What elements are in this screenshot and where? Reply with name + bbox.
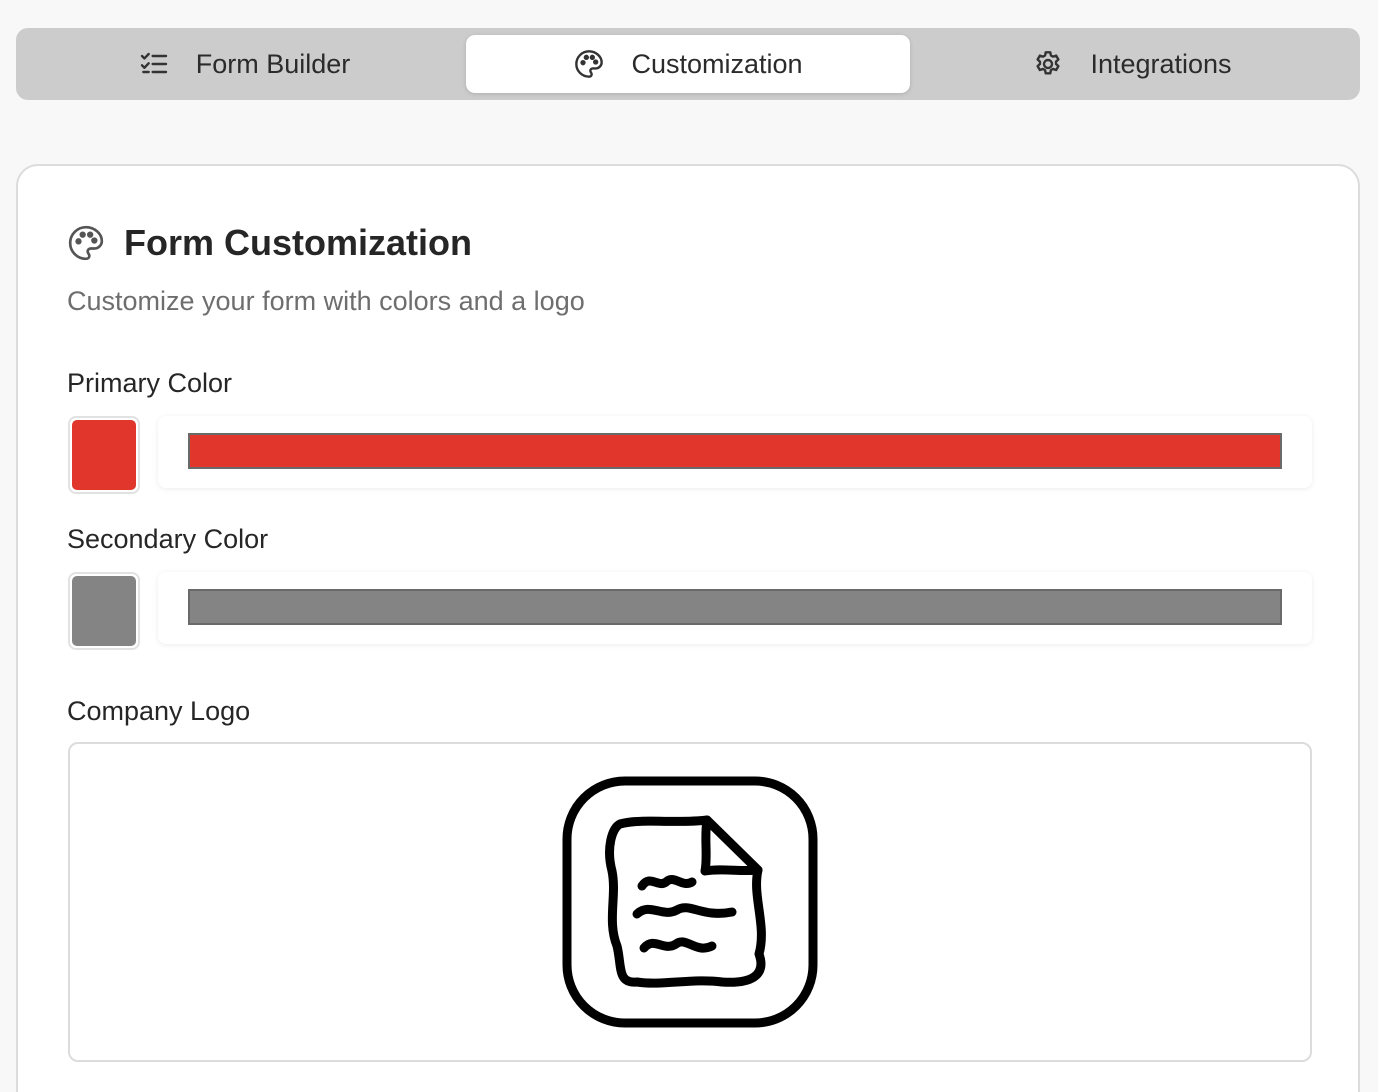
tab-label: Form Builder xyxy=(195,48,351,79)
palette-icon xyxy=(68,225,104,261)
company-logo-label: Company Logo xyxy=(67,696,251,726)
tab-label: Customization xyxy=(631,48,803,79)
checklist-icon xyxy=(140,52,167,74)
gear-icon xyxy=(1036,51,1061,75)
primary-color-swatch[interactable] xyxy=(68,416,140,494)
secondary-color-label: Secondary Color xyxy=(67,524,269,554)
card-subtitle: Customize your form with colors and a lo… xyxy=(67,286,585,316)
company-logo-upload[interactable] xyxy=(68,742,1312,1062)
tab-form-builder[interactable]: Form Builder xyxy=(22,35,466,93)
card-title: Form Customization xyxy=(124,222,472,263)
secondary-color-fill xyxy=(72,576,136,646)
primary-color-fill xyxy=(72,420,136,490)
secondary-color-input[interactable] xyxy=(158,572,1312,644)
tab-label: Integrations xyxy=(1090,48,1232,79)
document-logo-icon xyxy=(562,776,818,1028)
customization-card: Form Customization Customize your form w… xyxy=(16,164,1360,1092)
secondary-color-bar xyxy=(188,589,1282,625)
primary-color-bar xyxy=(188,433,1282,469)
secondary-color-row xyxy=(68,572,1312,650)
secondary-color-swatch[interactable] xyxy=(68,572,140,650)
card-header: Form Customization xyxy=(66,222,472,264)
tab-customization[interactable]: Customization xyxy=(466,35,910,93)
primary-color-label: Primary Color xyxy=(67,368,233,398)
tab-integrations[interactable]: Integrations xyxy=(910,35,1354,93)
primary-color-row xyxy=(68,416,1312,494)
tab-bar: Form Builder Customization Integrations xyxy=(16,28,1360,100)
primary-color-input[interactable] xyxy=(158,416,1312,488)
palette-icon xyxy=(575,50,604,78)
